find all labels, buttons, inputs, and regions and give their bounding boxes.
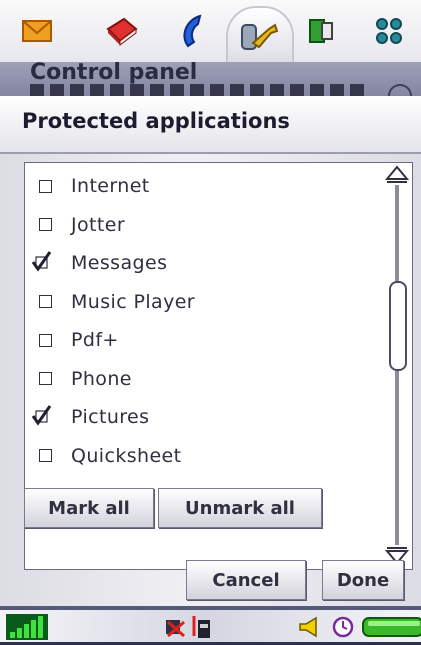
- list-item[interactable]: Quicksheet: [25, 437, 380, 475]
- alarm-clock-icon: [332, 616, 354, 638]
- scroll-up-arrow-icon[interactable]: [385, 165, 409, 183]
- list-item-label: Quicksheet: [71, 444, 182, 467]
- list-item-label: Pdf+: [71, 329, 119, 351]
- list-item-label: Phone: [71, 367, 132, 390]
- list-item[interactable]: Phone: [25, 360, 380, 398]
- done-button[interactable]: Done: [322, 560, 404, 600]
- list-item[interactable]: Internet: [25, 167, 380, 205]
- list-item-label: Jotter: [71, 213, 126, 236]
- background-subtitle-obscured: [30, 84, 370, 96]
- list-item[interactable]: Pdf+: [25, 321, 380, 359]
- envelope-icon[interactable]: [14, 8, 60, 54]
- help-icon: [388, 84, 412, 96]
- status-bar: [0, 606, 421, 645]
- signal-icon: [6, 614, 48, 640]
- checkbox-unchecked-icon[interactable]: [39, 179, 52, 193]
- checkbox-checked-icon[interactable]: [30, 404, 52, 430]
- background-header: Control panel: [0, 62, 421, 96]
- checkbox-unchecked-icon[interactable]: [39, 333, 52, 347]
- volume-icon: [299, 616, 317, 638]
- dialog-title-bar: Protected applications: [0, 96, 421, 154]
- checkbox-unchecked-icon[interactable]: [39, 449, 52, 462]
- no-network-icon: [166, 620, 185, 638]
- list-item[interactable]: Jotter: [25, 206, 380, 244]
- list-item-label: Pictures: [71, 406, 150, 428]
- background-title: Control panel: [30, 62, 198, 85]
- mark-all-button[interactable]: Mark all: [24, 488, 154, 528]
- protected-applications-dialog: Protected applications Internet Jotter Mes…: [0, 96, 421, 606]
- list-item[interactable]: Music Player: [25, 283, 380, 321]
- list-item-label: Music Player: [71, 290, 196, 313]
- phone-icon[interactable]: [170, 8, 216, 54]
- book-icon[interactable]: [98, 8, 144, 54]
- scroll-thumb[interactable]: [389, 281, 407, 371]
- checkbox-unchecked-icon[interactable]: [39, 218, 52, 231]
- checkbox-checked-icon[interactable]: [30, 250, 52, 276]
- control-panel-icon[interactable]: [226, 6, 294, 64]
- battery-icon: [362, 617, 421, 637]
- list-item[interactable]: Pictures: [25, 398, 380, 436]
- app-icon-bar: [0, 0, 421, 64]
- unmark-all-button[interactable]: Unmark all: [158, 488, 322, 528]
- dialog-title: Protected applications: [22, 109, 290, 133]
- battery-small-icon: [192, 616, 210, 638]
- apps-grid-icon[interactable]: [366, 8, 412, 54]
- list-item-label: Messages: [71, 252, 168, 274]
- list-item[interactable]: Messages: [25, 244, 380, 282]
- media-icon[interactable]: [298, 8, 344, 54]
- list-item-label: Internet: [71, 175, 150, 197]
- checkbox-unchecked-icon[interactable]: [39, 372, 52, 385]
- cancel-button[interactable]: Cancel: [186, 560, 306, 600]
- checkbox-unchecked-icon[interactable]: [39, 295, 52, 308]
